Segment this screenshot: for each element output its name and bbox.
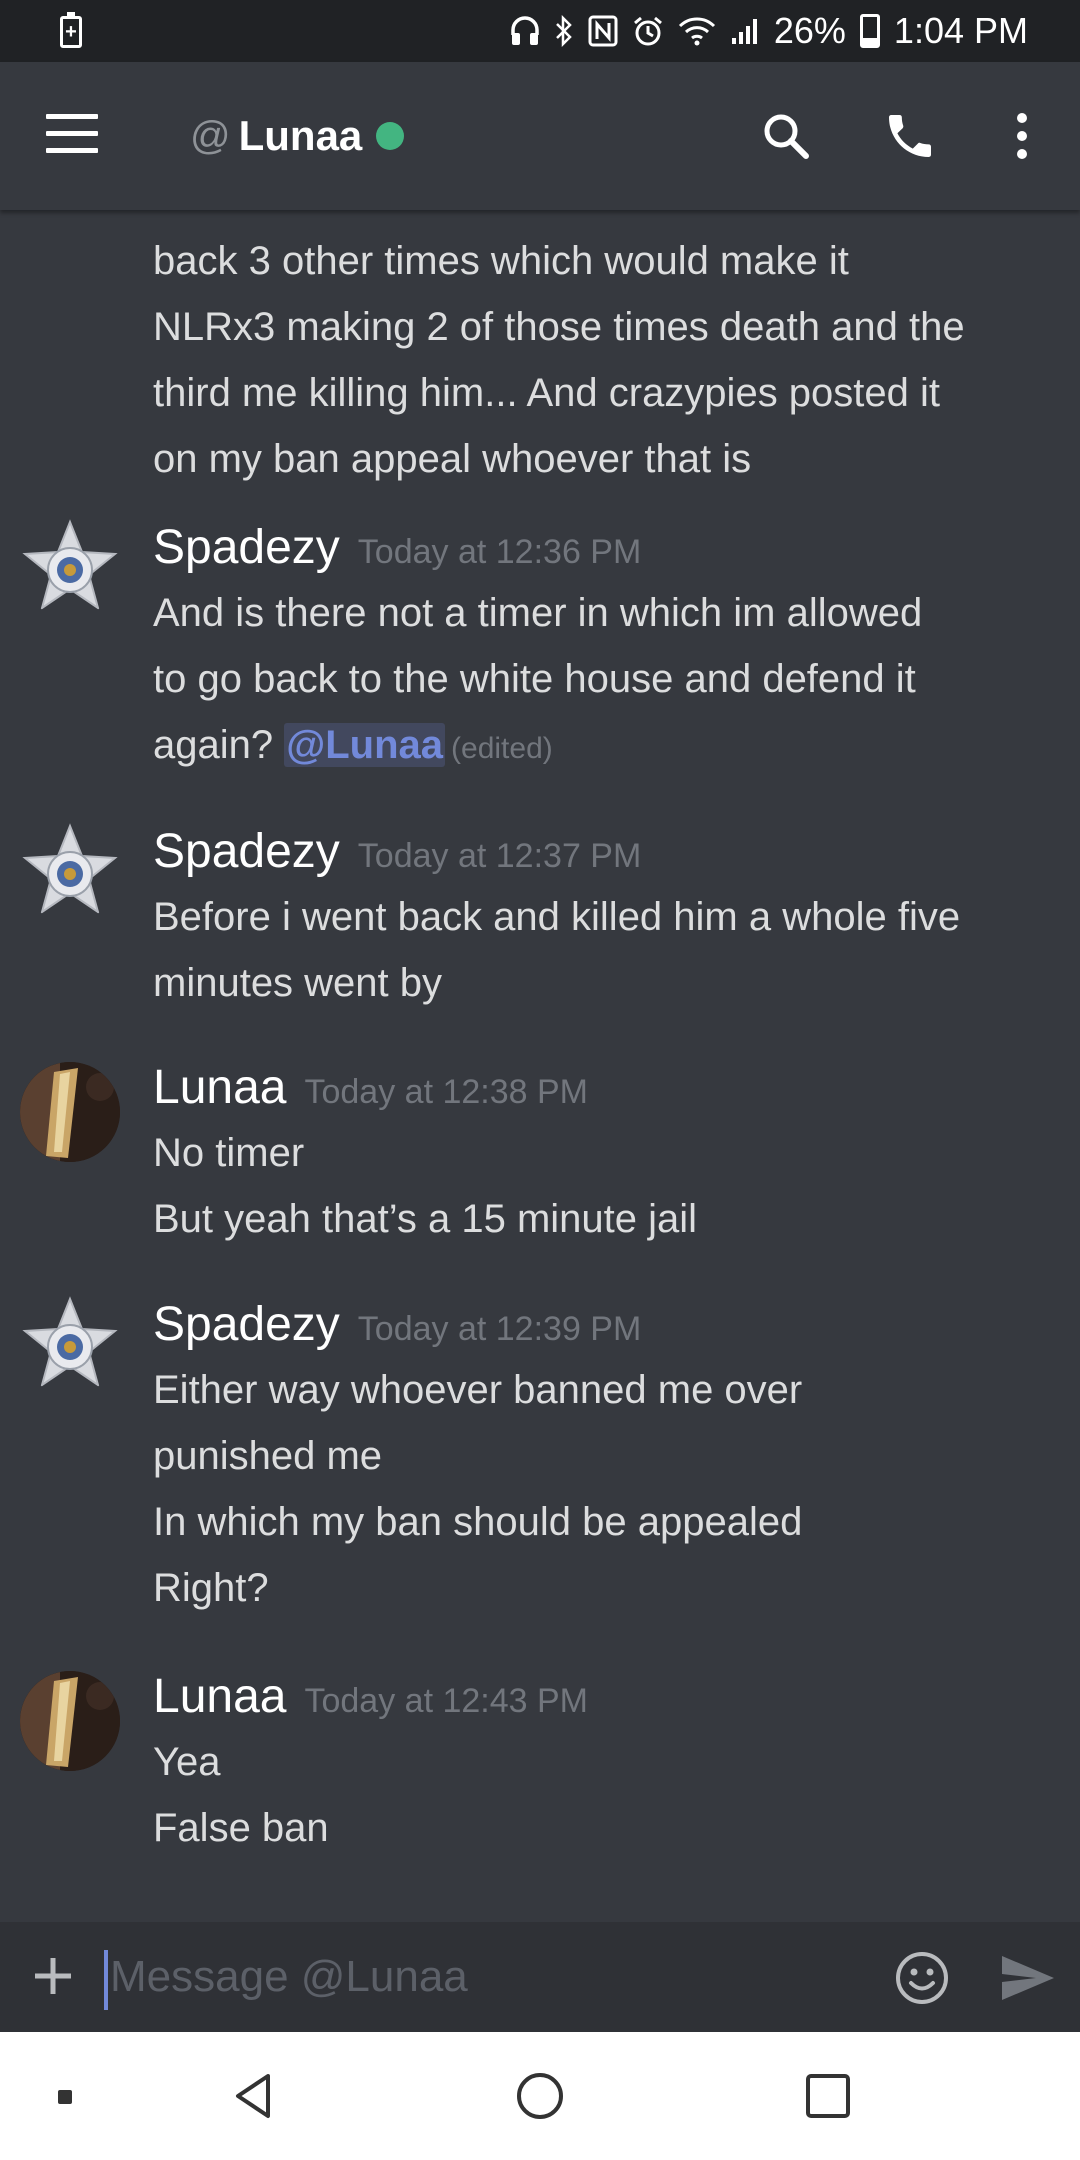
photo-avatar[interactable]: [20, 1671, 120, 1771]
message-line: back 3 other times which would make it: [153, 239, 849, 283]
message-continuation: back 3 other times which would make it N…: [153, 228, 1053, 492]
status-bar: + 26% 1:04 PM: [0, 0, 1080, 62]
message-input[interactable]: [110, 1942, 850, 2012]
online-status-icon: [376, 122, 405, 150]
bluetooth-icon: [554, 15, 574, 47]
headphones-icon: [510, 15, 540, 47]
message-line: on my ban appeal whoever that is: [153, 437, 752, 481]
message-line: third me killing him... And crazypies po…: [153, 371, 941, 415]
message-header: Lunaa Today at 12:43 PM: [153, 1669, 588, 1724]
author-name[interactable]: Lunaa: [153, 1060, 286, 1115]
sheriff-badge-avatar[interactable]: [20, 1295, 120, 1395]
timestamp: Today at 12:38 PM: [304, 1073, 588, 1111]
message-line: Before i went back and killed him a whol…: [153, 895, 961, 939]
emoji-icon[interactable]: [894, 1950, 950, 2006]
message-line: punished me: [153, 1434, 383, 1478]
channel-title[interactable]: @ Lunaa: [190, 112, 405, 160]
message-line: to go back to the white house and defend…: [153, 657, 916, 701]
message-line: And is there not a timer in which im all…: [153, 591, 923, 635]
battery-percent: 26%: [773, 10, 846, 51]
message-body: And is there not a timer in which im all…: [153, 580, 1053, 782]
at-symbol: @: [190, 113, 231, 158]
phone-icon[interactable]: [882, 108, 938, 164]
author-name[interactable]: Spadezy: [153, 824, 340, 879]
status-bar-right: 26% 1:04 PM: [510, 0, 1028, 62]
channel-header: @ Lunaa: [0, 62, 1080, 210]
back-icon[interactable]: [228, 2070, 280, 2122]
message-line: False ban: [153, 1806, 329, 1850]
message-header: Spadezy Today at 12:36 PM: [153, 520, 641, 575]
wifi-icon: [678, 16, 716, 46]
timestamp: Today at 12:39 PM: [357, 1310, 642, 1348]
edited-label: (edited): [451, 732, 553, 765]
channel-name: Lunaa: [238, 112, 363, 159]
user-mention[interactable]: @Lunaa: [284, 723, 446, 767]
nav-indicator-icon: [58, 2090, 72, 2104]
add-attachment-icon[interactable]: [32, 1946, 74, 2006]
message-body: Either way whoever banned me over punish…: [153, 1357, 1053, 1621]
battery-charging-icon: +: [60, 12, 82, 48]
nfc-icon: [588, 15, 618, 47]
photo-avatar[interactable]: [20, 1062, 120, 1162]
message-body: Yea False ban: [153, 1729, 1053, 1861]
more-vertical-icon[interactable]: [1010, 108, 1034, 164]
message-line-prefix: again?: [153, 723, 285, 767]
search-icon[interactable]: [760, 110, 812, 162]
alarm-icon: [632, 15, 664, 47]
timestamp: Today at 12:36 PM: [357, 533, 642, 571]
message-header: Spadezy Today at 12:37 PM: [153, 824, 641, 879]
message-line: minutes went by: [153, 961, 443, 1005]
message-body: No timer But yeah that’s a 15 minute jai…: [153, 1120, 1053, 1252]
home-icon[interactable]: [514, 2070, 566, 2122]
text-cursor: [104, 1950, 108, 2010]
author-name[interactable]: Lunaa: [153, 1669, 286, 1724]
timestamp: Today at 12:43 PM: [304, 1682, 588, 1720]
message-header: Spadezy Today at 12:39 PM: [153, 1297, 641, 1352]
message-header: Lunaa Today at 12:38 PM: [153, 1060, 588, 1115]
message-list[interactable]: back 3 other times which would make it N…: [0, 210, 1080, 1922]
author-name[interactable]: Spadezy: [153, 1297, 340, 1352]
message-line: again? @Lunaa (edited): [153, 712, 1053, 782]
send-icon[interactable]: [998, 1950, 1058, 2006]
battery-icon: [859, 14, 880, 48]
recent-apps-icon[interactable]: [802, 2070, 854, 2122]
message-line: Yea: [153, 1740, 221, 1784]
author-name[interactable]: Spadezy: [153, 520, 340, 575]
message-composer: [0, 1922, 1080, 2032]
message-line: Right?: [153, 1566, 269, 1610]
sheriff-badge-avatar[interactable]: [20, 518, 120, 618]
status-time: 1:04 PM: [893, 10, 1028, 51]
signal-icon: [730, 16, 760, 46]
message-body: Before i went back and killed him a whol…: [153, 884, 1053, 1016]
message-line: NLRx3 making 2 of those times death and …: [153, 305, 965, 349]
message-line: In which my ban should be appealed: [153, 1500, 803, 1544]
message-line: But yeah that’s a 15 minute jail: [153, 1197, 698, 1241]
android-nav-bar: [0, 2032, 1080, 2160]
timestamp: Today at 12:37 PM: [357, 837, 642, 875]
message-line: Either way whoever banned me over: [153, 1368, 803, 1412]
menu-icon[interactable]: [46, 114, 98, 154]
sheriff-badge-avatar[interactable]: [20, 822, 120, 922]
message-line: No timer: [153, 1131, 305, 1175]
